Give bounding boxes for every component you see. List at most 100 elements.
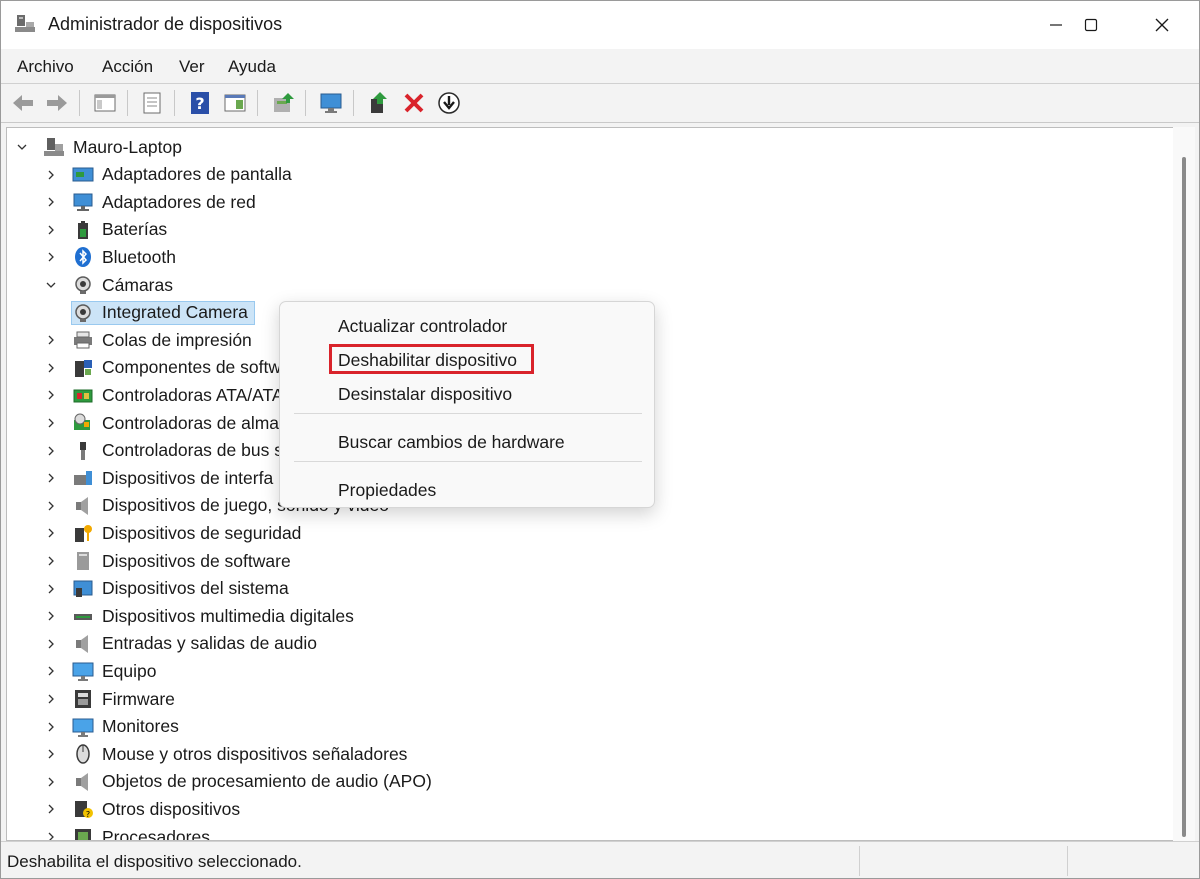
tree-category-item[interactable]: Dispositivos de interfa [44,465,273,491]
chevron-right-icon[interactable] [44,250,58,264]
camera-icon [72,274,94,296]
chevron-right-icon[interactable] [44,775,58,789]
tree-category-item[interactable]: Dispositivos del sistema [44,576,289,602]
chevron-right-icon[interactable] [44,416,58,430]
tree-category-item[interactable]: Controladoras de alma [44,410,279,436]
enable-device-icon[interactable] [365,89,393,117]
mouse-icon [72,743,94,765]
chevron-right-icon[interactable] [44,609,58,623]
device-manager-window: Administrador de dispositivos Archivo Ac… [0,0,1200,879]
tree-item-label: Objetos de procesamiento de audio (APO) [102,771,432,792]
download-driver-icon[interactable] [435,89,463,117]
maximize-button[interactable] [1056,1,1126,49]
chevron-right-icon[interactable] [44,361,58,375]
tree-category-item[interactable]: Mouse y otros dispositivos señaladores [44,741,407,767]
chevron-right-icon[interactable] [44,802,58,816]
tree-item-label: Colas de impresión [102,329,252,350]
show-hide-tree-icon[interactable] [91,89,119,117]
menu-ver[interactable]: Ver [179,57,205,77]
chevron-down-icon[interactable] [44,278,58,292]
tree-root[interactable]: Mauro-Laptop [15,134,182,160]
tree-item-label: Procesadores [102,826,210,841]
tree-item-label: Bluetooth [102,246,176,267]
chevron-right-icon[interactable] [44,747,58,761]
tree-item-label: Mouse y otros dispositivos señaladores [102,743,408,764]
chevron-right-icon[interactable] [44,499,58,513]
tree-category-item[interactable]: Controladoras ATA/ATA [44,382,284,408]
chevron-right-icon[interactable] [44,720,58,734]
tree-item-label: Controladoras ATA/ATA [102,384,284,405]
window-title: Administrador de dispositivos [48,14,283,34]
computer-icon [43,136,65,158]
chevron-right-icon[interactable] [44,444,58,458]
tree-category-item[interactable]: Dispositivos de software [44,548,291,574]
scroll-thumb[interactable] [1182,157,1186,837]
chevron-right-icon[interactable] [44,637,58,651]
speaker-icon [72,633,94,655]
properties-sheet-icon[interactable] [138,89,166,117]
tree-category-item[interactable]: Equipo [44,658,157,684]
back-arrow-icon[interactable] [9,89,37,117]
chevron-right-icon[interactable] [44,526,58,540]
chevron-right-icon[interactable] [44,664,58,678]
status-text: Deshabilita el dispositivo seleccionado. [7,852,302,871]
vertical-scrollbar[interactable] [1173,127,1195,841]
tree-category-item[interactable]: Dispositivos multimedia digitales [44,603,354,629]
uninstall-x-icon[interactable] [400,89,428,117]
toolbar-separator [174,90,175,116]
tree-category-item[interactable]: Baterías [44,217,167,243]
tree-category-item[interactable]: Objetos de procesamiento de audio (APO) [44,769,432,795]
tree-category-item[interactable]: Firmware [44,686,175,712]
tree-category-item[interactable]: Componentes de softw [44,355,281,381]
menu-accion[interactable]: Acción [102,57,153,77]
ctx-uninstall-device[interactable]: Desinstalar dispositivo [338,384,512,405]
chevron-right-icon[interactable] [44,830,58,840]
selected-item[interactable]: Integrated Camera [71,300,255,325]
context-menu-separator [294,461,642,462]
chevron-right-icon[interactable] [44,333,58,347]
tree-item-label: Otros dispositivos [102,798,241,819]
toolbar-separator [127,90,128,116]
tree-category-item[interactable]: Bluetooth [44,244,176,270]
tree-category-item[interactable]: Colas de impresión [44,327,252,353]
tree-category-item[interactable]: Procesadores [44,824,210,841]
printer-icon [72,329,94,351]
camera-icon [72,302,94,324]
tree-category-item[interactable]: Adaptadores de pantalla [44,162,292,188]
svg-text:?: ? [195,94,204,113]
chevron-right-icon[interactable] [44,471,58,485]
chevron-right-icon[interactable] [44,388,58,402]
tree-category-item[interactable]: Dispositivos de seguridad [44,520,301,546]
view-pane-icon[interactable] [221,89,249,117]
help-icon[interactable]: ? [186,89,214,117]
tree-category-item[interactable]: ? Otros dispositivos [44,796,240,822]
tree-item-label: Baterías [102,219,168,240]
toolbar-separator [353,90,354,116]
scan-monitor-icon[interactable] [317,89,345,117]
device-manager-icon [14,13,36,35]
ctx-update-driver[interactable]: Actualizar controlador [338,316,507,337]
tree-category-item[interactable]: Entradas y salidas de audio [44,631,317,657]
tree-item-label: Monitores [102,716,179,737]
chevron-right-icon[interactable] [44,168,58,182]
chevron-right-icon[interactable] [44,692,58,706]
update-driver-icon[interactable] [269,89,297,117]
ctx-scan-hardware[interactable]: Buscar cambios de hardware [338,432,565,453]
chevron-right-icon[interactable] [44,582,58,596]
ctx-properties[interactable]: Propiedades [338,480,436,501]
chevron-right-icon[interactable] [44,554,58,568]
forward-arrow-icon[interactable] [43,89,71,117]
chevron-down-icon[interactable] [15,140,29,154]
menu-archivo[interactable]: Archivo [17,57,74,77]
tree-category-item[interactable]: Adaptadores de red [44,189,256,215]
tree-category-item[interactable]: Controladoras de bus s [44,438,283,464]
chevron-right-icon[interactable] [44,223,58,237]
tree-category-item[interactable]: Cámaras [44,272,173,298]
menu-ayuda[interactable]: Ayuda [228,57,276,77]
tree-leaf-item[interactable]: Integrated Camera [71,300,255,326]
tree-item-label: Cámaras [102,274,173,295]
multimedia-icon [72,605,94,627]
close-button[interactable] [1127,1,1197,49]
tree-category-item[interactable]: Monitores [44,714,179,740]
chevron-right-icon[interactable] [44,195,58,209]
